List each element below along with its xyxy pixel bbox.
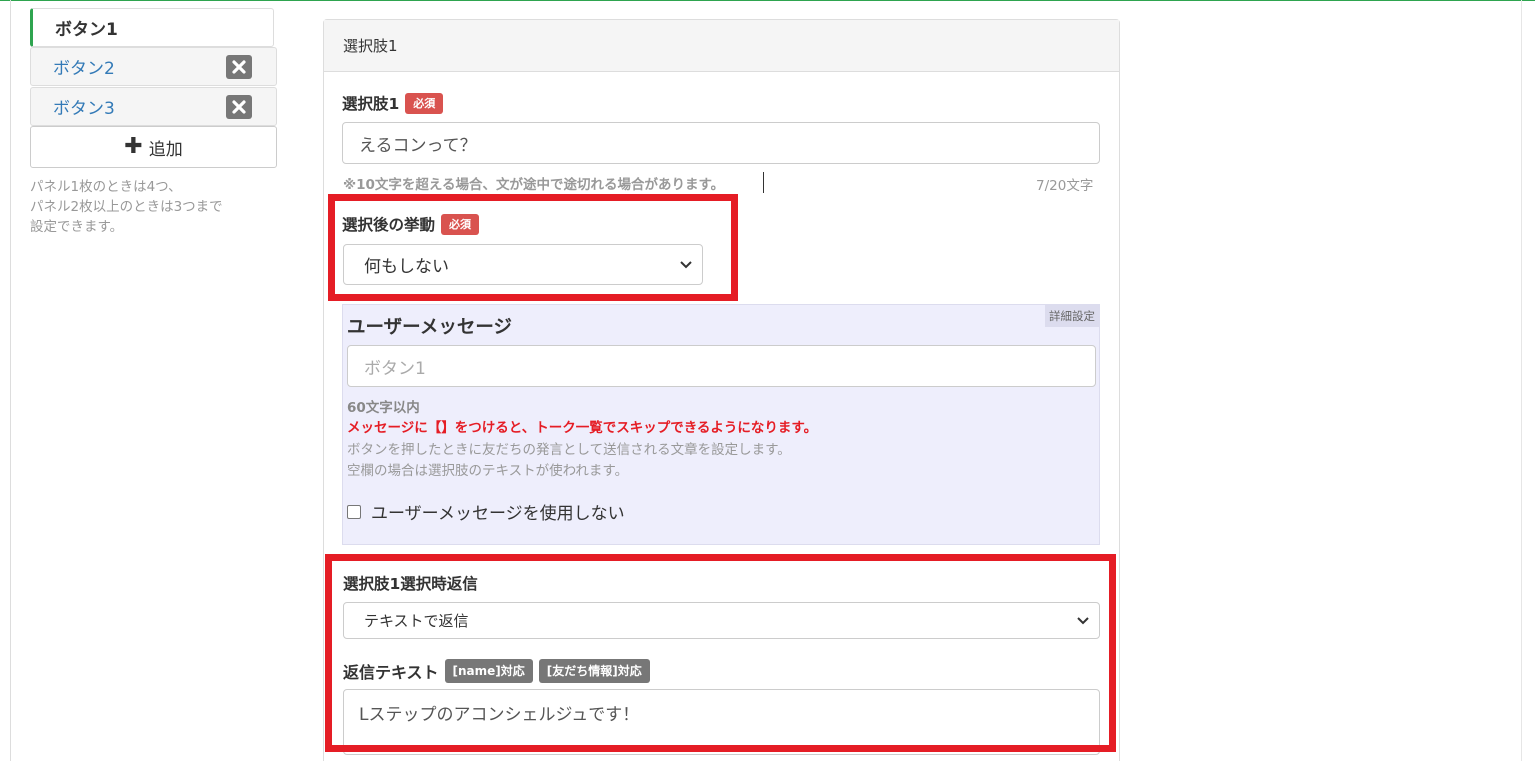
text-cursor: [763, 172, 764, 193]
left-divider: [10, 0, 11, 761]
top-accent-line: [0, 0, 1535, 1]
choice-label: 選択肢1: [342, 95, 400, 113]
note-line: パネル2枚以上のときは3つまで: [30, 199, 223, 215]
detail-settings-tag: 詳細設定: [1045, 305, 1099, 327]
note-line: パネル1枚のときは4つ、: [30, 179, 182, 195]
checkbox-label: ユーザーメッセージを使用しない: [371, 504, 625, 524]
sidebar-note: パネル1枚のときは4つ、 パネル2枚以上のときは3つまで 設定できます。: [30, 177, 270, 237]
user-message-title: ユーザーメッセージ: [347, 317, 513, 338]
char-counter: 7/20文字: [1036, 178, 1094, 194]
user-message-warning: メッセージに【】をつけると、トーク一覧でスキップできるようになります。: [347, 420, 818, 436]
add-label: 追加: [148, 139, 183, 160]
tab-button-2[interactable]: ボタン2: [30, 47, 277, 86]
disable-user-message-row[interactable]: ユーザーメッセージを使用しない: [347, 499, 625, 524]
choice-label-row: 選択肢1 必須: [342, 92, 444, 114]
tab-button-1[interactable]: ボタン1: [30, 8, 274, 47]
required-badge: 必須: [405, 92, 444, 114]
tab-button-3[interactable]: ボタン3: [30, 87, 277, 126]
note-line: 設定できます。: [30, 219, 124, 235]
close-icon: [232, 99, 246, 114]
tab-label: ボタン2: [53, 59, 115, 79]
tab-label: ボタン1: [55, 20, 118, 40]
user-message-desc: ボタンを押したときに友だちの発言として送信される文章を設定します。: [347, 442, 791, 458]
add-button[interactable]: ✚ 追加: [30, 126, 277, 168]
tab-label: ボタン3: [53, 99, 115, 119]
right-divider: [1521, 0, 1522, 761]
disable-user-message-checkbox[interactable]: [347, 504, 361, 519]
choice-input[interactable]: えるコンって？: [342, 122, 1100, 164]
panel-title: 選択肢1: [324, 20, 1119, 72]
plus-icon: ✚: [124, 134, 143, 159]
user-message-input[interactable]: ボタン1: [347, 345, 1096, 387]
highlight-frame: [328, 194, 738, 301]
user-message-desc: 空欄の場合は選択肢のテキストが使われます。: [347, 463, 629, 479]
choice-hint: ※10文字を超える場合、文が途中で途切れる場合があります。: [343, 177, 725, 193]
user-message-placeholder: ボタン1: [364, 358, 426, 379]
delete-button[interactable]: [226, 94, 252, 119]
choice-input-value: えるコンって？: [359, 135, 477, 156]
delete-button[interactable]: [226, 54, 252, 79]
highlight-frame: [325, 554, 1116, 752]
close-icon: [232, 59, 246, 74]
user-message-limit: 60文字以内: [347, 400, 420, 416]
